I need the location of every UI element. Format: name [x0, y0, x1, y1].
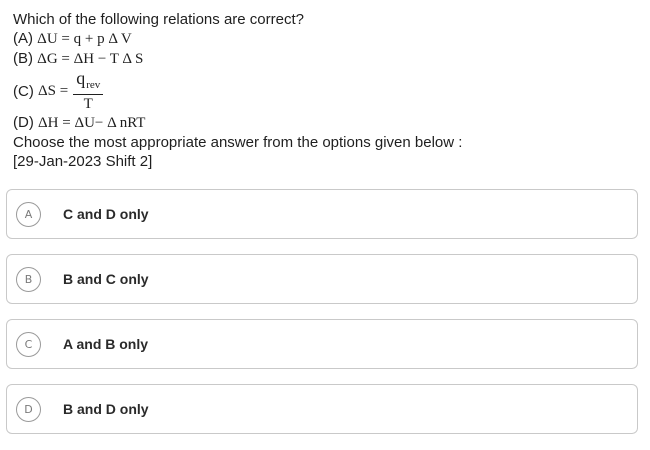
- option-c[interactable]: C A and B only: [6, 319, 638, 369]
- option-a[interactable]: A C and D only: [6, 189, 638, 239]
- option-b-text: B and C only: [63, 271, 149, 287]
- relation-c: (C) ΔS = qrev T: [13, 69, 633, 113]
- option-d[interactable]: D B and D only: [6, 384, 638, 434]
- option-c-text: A and B only: [63, 336, 149, 352]
- option-b-badge: B: [16, 266, 41, 292]
- question-prompt: Which of the following relations are cor…: [13, 11, 304, 28]
- question-instruction: Choose the most appropriate answer from …: [13, 134, 463, 151]
- question-block: Which of the following relations are cor…: [13, 10, 633, 171]
- relation-b-expr: ΔG = ΔH − T Δ S: [37, 51, 144, 67]
- numerator-subscript: rev: [86, 79, 101, 91]
- option-c-badge: C: [16, 331, 41, 357]
- relation-b: (B) ΔG = ΔH − T Δ S: [13, 49, 633, 69]
- fraction-numerator: qrev: [73, 68, 104, 95]
- relation-c-fraction: qrev T: [73, 68, 104, 113]
- option-d-badge: D: [16, 396, 41, 422]
- relation-a-prefix: (A): [13, 30, 38, 47]
- relation-d-expr: ΔH = ΔU− Δ nRT: [38, 115, 146, 131]
- option-a-text: C and D only: [63, 206, 149, 222]
- question-source: [29-Jan-2023 Shift 2]: [13, 153, 153, 170]
- option-d-text: B and D only: [63, 401, 149, 417]
- relation-a: (A) ΔU = q + p Δ V: [13, 29, 633, 49]
- relation-c-lhs: ΔS =: [38, 82, 69, 99]
- relation-d: (D) ΔH = ΔU− Δ nRT: [13, 113, 633, 133]
- fraction-denominator: T: [83, 96, 93, 112]
- relation-d-prefix: (D): [13, 114, 38, 131]
- relation-c-prefix: (C): [13, 82, 34, 100]
- relation-b-prefix: (B): [13, 50, 38, 67]
- option-a-badge: A: [16, 201, 41, 227]
- numerator-q: q: [76, 68, 86, 88]
- option-b[interactable]: B B and C only: [6, 254, 638, 304]
- relation-a-expr: ΔU = q + p Δ V: [37, 31, 132, 47]
